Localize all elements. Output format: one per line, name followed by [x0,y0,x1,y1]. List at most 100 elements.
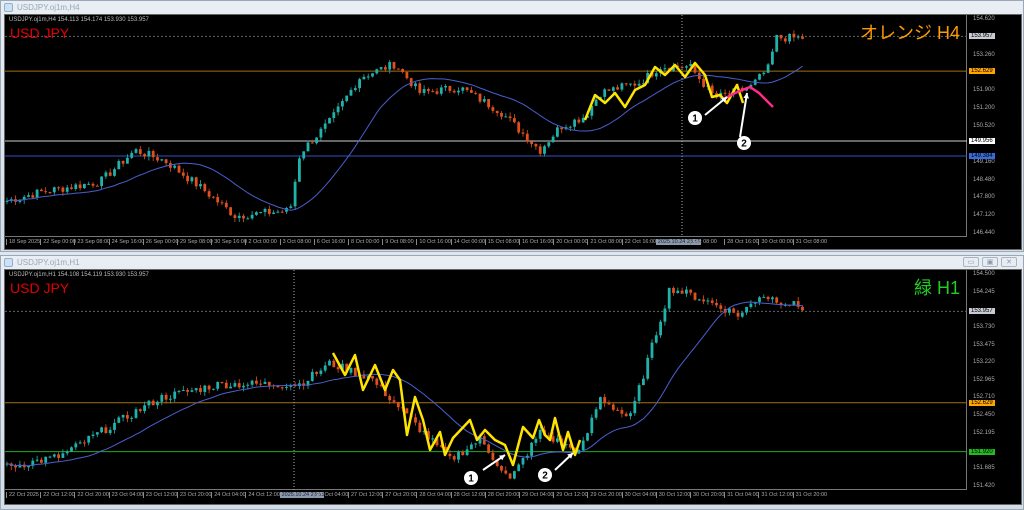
h1-chart[interactable]: 12 USDJPY.oj1m,H1 154.108 154.119 153.93… [4,269,1022,505]
candle [693,292,697,300]
close-button[interactable]: ✕ [1001,257,1017,267]
candle-chart: 12 [5,15,967,237]
price-axis[interactable]: 154.620 153.260 151.900 151.200 150.520 149.1… [967,15,1024,237]
plot-area[interactable]: 12 USDJPY.oj1m,H1 154.108 154.119 153.93… [5,270,967,490]
candle [306,142,310,152]
candle [263,208,267,213]
candle [74,443,78,448]
time-tick-label: 28 Oct 16:00 [724,239,759,245]
candle [44,456,48,463]
candle [633,400,637,414]
time-axis[interactable]: 18 Sep 2025 22 Sep 00:00 23 Sep 08:00 24 Se… [5,237,967,249]
candle [233,383,237,387]
candle [581,117,585,123]
candle [147,151,151,157]
time-axis[interactable]: 22 Oct 2025 22 Oct 12:00 22 Oct 20:00 23 Oc… [5,490,967,502]
candle [95,185,99,187]
time-tick-label: 9 Oct 08:00 [382,239,414,245]
maximize-button[interactable]: ▣ [982,257,998,267]
price-axis[interactable]: 154.500 154.245 153.730 153.475 153.220 152.9… [967,270,1024,490]
candle [173,165,177,168]
candle [229,386,232,389]
candle [801,306,804,311]
candle [237,383,241,388]
candle [255,212,258,215]
time-tick-label: 27 Oct 04:00 [313,492,348,498]
candle [551,136,555,143]
candle [551,436,555,442]
price-tick-label: 147.800 [973,194,995,201]
candle [685,289,688,294]
candle [323,365,327,371]
candle [341,101,344,107]
time-tick-label: 21 Oct 08:00 [587,239,622,245]
candle [392,400,396,402]
candle [616,409,619,411]
candle [534,143,538,147]
candle [345,95,349,102]
h4-chart[interactable]: 12 USDJPY.oj1m,H4 154.113 154.174 153.93… [4,14,1022,250]
candle [620,83,624,90]
candle [358,79,361,89]
candle [663,308,667,322]
candle [74,184,78,189]
candle [607,89,611,91]
h4-window-titlebar[interactable]: USDJPY.oj1m,H4 [1,1,1023,14]
candle [319,128,323,138]
candle [371,375,374,379]
candle [573,119,576,127]
candle [603,397,607,404]
candle [130,417,134,419]
candle [126,157,129,164]
h1-chart-window: USDJPY.oj1m,H1 ▭ ▣ ✕ 12 USDJPY.oj1m,H1 154… [0,255,1024,510]
candle [298,158,301,182]
candle [590,417,594,434]
price-tick-label: 154.245 [973,288,995,295]
candle [199,184,202,187]
time-tick-label: 15 Oct 08:00 [484,239,519,245]
candle [65,187,69,192]
candle [457,451,460,460]
candle [448,453,452,457]
candle [530,442,533,456]
candle [78,442,82,444]
candle [620,410,624,414]
chart-window-icon [4,258,13,267]
candle [418,422,422,433]
price-tick-label: 152.450 [973,412,995,419]
candle [689,289,693,293]
candle [87,183,91,185]
time-tick-label: 29 Oct 20:00 [587,492,622,498]
candle [276,211,280,213]
candle [568,126,572,128]
window-title: USDJPY.oj1m,H1 [17,258,80,267]
minimize-button[interactable]: ▭ [963,257,979,267]
candle [293,181,297,207]
candle [212,388,215,390]
time-tick-label: 23 Oct 04:00 [108,492,143,498]
time-tick-label: 3 Oct 08:00 [279,239,311,245]
candle [676,290,680,294]
candle [336,106,340,113]
candle [375,378,379,385]
candle [758,297,761,302]
candle [190,177,194,182]
candle [151,400,155,406]
candle [792,33,796,38]
candle [160,159,164,161]
candle [603,89,607,97]
annotation-number: 1 [692,114,698,125]
h1-window-titlebar[interactable]: USDJPY.oj1m,H1 ▭ ▣ ✕ [1,256,1023,269]
candle [538,429,542,439]
window-title: USDJPY.oj1m,H4 [17,3,80,12]
candle [517,464,521,472]
price-tick-label: 153.730 [973,324,995,330]
price-tick-label: 151.420 [973,483,995,489]
candle [508,116,512,119]
candle [285,386,288,388]
candle [100,176,103,187]
candle [702,78,705,87]
plot-area[interactable]: 12 USDJPY.oj1m,H4 154.113 154.174 153.93… [5,15,967,237]
candle [654,73,658,77]
candle [771,297,774,300]
